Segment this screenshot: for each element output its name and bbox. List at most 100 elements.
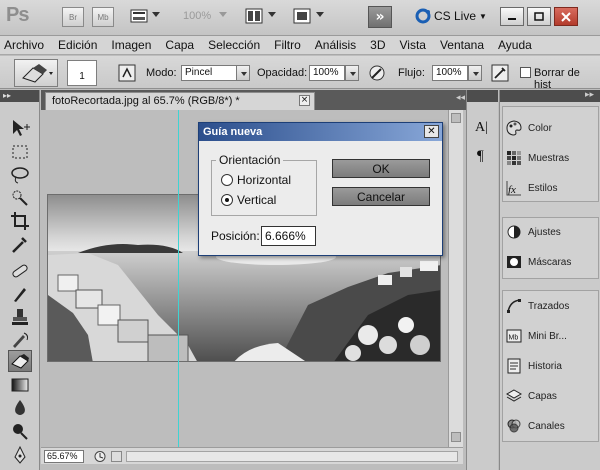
tool-preset-picker[interactable] xyxy=(14,59,58,87)
erase-history-checkbox[interactable] xyxy=(520,67,531,78)
panel-masks-label: Máscaras xyxy=(528,256,572,268)
bridge-button[interactable]: Br xyxy=(62,7,84,27)
expand-panels-icon[interactable]: ▸▸ xyxy=(585,90,594,100)
minibridge-button[interactable]: Mb xyxy=(92,7,114,27)
quick-selection-tool-icon[interactable] xyxy=(8,187,32,209)
panel-adjustments[interactable]: Ajustes xyxy=(506,222,596,242)
move-tool-icon[interactable] xyxy=(8,117,32,139)
scroll-up-arrow[interactable] xyxy=(451,113,461,123)
panel-minibridge[interactable]: Mb Mini Br... xyxy=(506,326,596,346)
menu-bar: Archivo Edición Imagen Capa Selección Fi… xyxy=(0,36,600,55)
menu-analisis[interactable]: Análisis xyxy=(315,38,356,52)
view-extras-icon[interactable] xyxy=(130,8,148,24)
panel-collapse-handle[interactable]: ▸▸ xyxy=(0,90,39,102)
lasso-tool-icon[interactable] xyxy=(8,164,32,186)
panel-adjustments-label: Ajustes xyxy=(528,226,561,238)
airbrush-icon[interactable] xyxy=(491,64,509,82)
dialog-close-button[interactable]: ✕ xyxy=(424,125,439,138)
menu-ventana[interactable]: Ventana xyxy=(440,38,484,52)
horizontal-scrollbar[interactable] xyxy=(126,451,458,462)
vertical-label: Vertical xyxy=(237,193,277,207)
document-tab[interactable]: fotoRecortada.jpg al 65.7% (RGB/8*) * × xyxy=(45,92,315,110)
new-guide-dialog: Guía nueva ✕ Orientación Horizontal Vert… xyxy=(198,122,443,256)
position-input[interactable]: 6.666% xyxy=(261,226,316,246)
panel-layers[interactable]: Capas xyxy=(506,386,596,406)
panel-paths[interactable]: Trazados xyxy=(506,296,596,316)
history-brush-tool-icon[interactable] xyxy=(8,329,32,351)
crop-tool-icon[interactable] xyxy=(8,210,32,232)
zoom-level-display[interactable]: 100% xyxy=(183,10,211,22)
eraser-tool[interactable] xyxy=(8,350,32,372)
panel-dock: ▸▸ Color Muestras fx Estilos Ajustes Más… xyxy=(499,90,600,470)
flow-input[interactable]: 100% xyxy=(432,65,468,81)
mode-label: Modo: xyxy=(146,67,177,79)
menu-ayuda[interactable]: Ayuda xyxy=(498,38,532,52)
close-app-button[interactable] xyxy=(554,7,578,26)
vertical-radio-option[interactable]: Vertical xyxy=(221,193,276,207)
menu-edicion[interactable]: Edición xyxy=(58,38,97,52)
panel-history[interactable]: Historia xyxy=(506,356,596,376)
character-panel-icon[interactable]: A| xyxy=(475,120,488,136)
svg-text:Mb: Mb xyxy=(509,335,519,342)
blur-tool-icon[interactable] xyxy=(8,397,32,419)
opacity-slider-button[interactable] xyxy=(345,65,359,81)
document-tab-title: fotoRecortada.jpg al 65.7% (RGB/8*) * xyxy=(52,95,240,107)
menu-capa[interactable]: Capa xyxy=(165,38,194,52)
brush-tool-icon[interactable] xyxy=(8,283,32,305)
cancel-button[interactable]: Cancelar xyxy=(332,187,430,206)
vertical-scrollbar[interactable] xyxy=(448,110,463,447)
options-bar: 1 Modo: Pincel Opacidad: 100% Flujo: 100… xyxy=(0,56,600,91)
maximize-button[interactable] xyxy=(527,7,551,26)
dodge-tool-icon[interactable] xyxy=(8,420,32,442)
eyedropper-tool-icon[interactable] xyxy=(8,233,32,255)
ok-button[interactable]: OK xyxy=(332,159,430,178)
menu-archivo[interactable]: Archivo xyxy=(4,38,44,52)
panel-color[interactable]: Color xyxy=(506,118,596,138)
chevron-down-icon[interactable] xyxy=(219,12,227,17)
opacity-input[interactable]: 100% xyxy=(309,65,345,81)
status-menu-arrow[interactable] xyxy=(111,451,122,462)
panel-dock-header[interactable]: ▸▸ xyxy=(500,90,600,102)
clone-stamp-tool-icon[interactable] xyxy=(8,306,32,328)
vertical-radio[interactable] xyxy=(221,194,233,206)
gradient-tool-icon[interactable] xyxy=(8,374,32,396)
flow-slider-button[interactable] xyxy=(468,65,482,81)
mode-select[interactable]: Pincel xyxy=(181,65,237,81)
vertical-guide[interactable] xyxy=(178,110,179,447)
horizontal-radio-option[interactable]: Horizontal xyxy=(221,173,291,187)
menu-vista[interactable]: Vista xyxy=(400,38,426,52)
document-info-icon[interactable] xyxy=(93,450,107,463)
panel-styles[interactable]: fx Estilos xyxy=(506,178,596,198)
panel-channels[interactable]: Canales xyxy=(506,416,596,436)
paragraph-panel-icon[interactable]: ¶ xyxy=(477,148,484,165)
panel-collapse-handle[interactable]: ◂◂ xyxy=(456,93,465,103)
brush-size-picker[interactable]: 1 xyxy=(67,60,97,86)
opacity-label: Opacidad: xyxy=(257,67,308,79)
zoom-status-input[interactable]: 65.67% xyxy=(44,450,84,463)
scroll-down-arrow[interactable] xyxy=(451,432,461,442)
menu-seleccion[interactable]: Selección xyxy=(208,38,260,52)
menu-3d[interactable]: 3D xyxy=(370,38,385,52)
panel-swatches[interactable]: Muestras xyxy=(506,148,596,168)
minimize-button[interactable] xyxy=(500,7,524,26)
marquee-tool-icon[interactable] xyxy=(8,141,32,163)
screen-mode-icon[interactable] xyxy=(293,8,311,24)
panel-masks[interactable]: Máscaras xyxy=(506,252,596,272)
healing-brush-tool-icon[interactable] xyxy=(8,260,32,282)
chevron-down-icon[interactable] xyxy=(268,12,276,17)
chevron-down-icon[interactable] xyxy=(316,12,324,17)
cs-live-menu[interactable]: CS Live ▼ xyxy=(415,8,487,24)
arrange-documents-icon[interactable] xyxy=(245,8,263,24)
brush-panel-icon[interactable] xyxy=(118,64,136,82)
menu-filtro[interactable]: Filtro xyxy=(274,38,301,52)
pen-tool-icon[interactable] xyxy=(8,444,32,466)
close-document-button[interactable]: × xyxy=(299,95,310,106)
mode-dropdown-button[interactable] xyxy=(236,65,250,81)
chevron-down-icon[interactable] xyxy=(152,12,160,17)
horizontal-radio[interactable] xyxy=(221,174,233,186)
panel-strip-header[interactable] xyxy=(467,90,498,102)
extensions-button[interactable]: » xyxy=(368,6,392,28)
menu-imagen[interactable]: Imagen xyxy=(111,38,151,52)
panel-swatches-label: Muestras xyxy=(528,152,570,164)
pressure-opacity-icon[interactable] xyxy=(368,64,386,82)
